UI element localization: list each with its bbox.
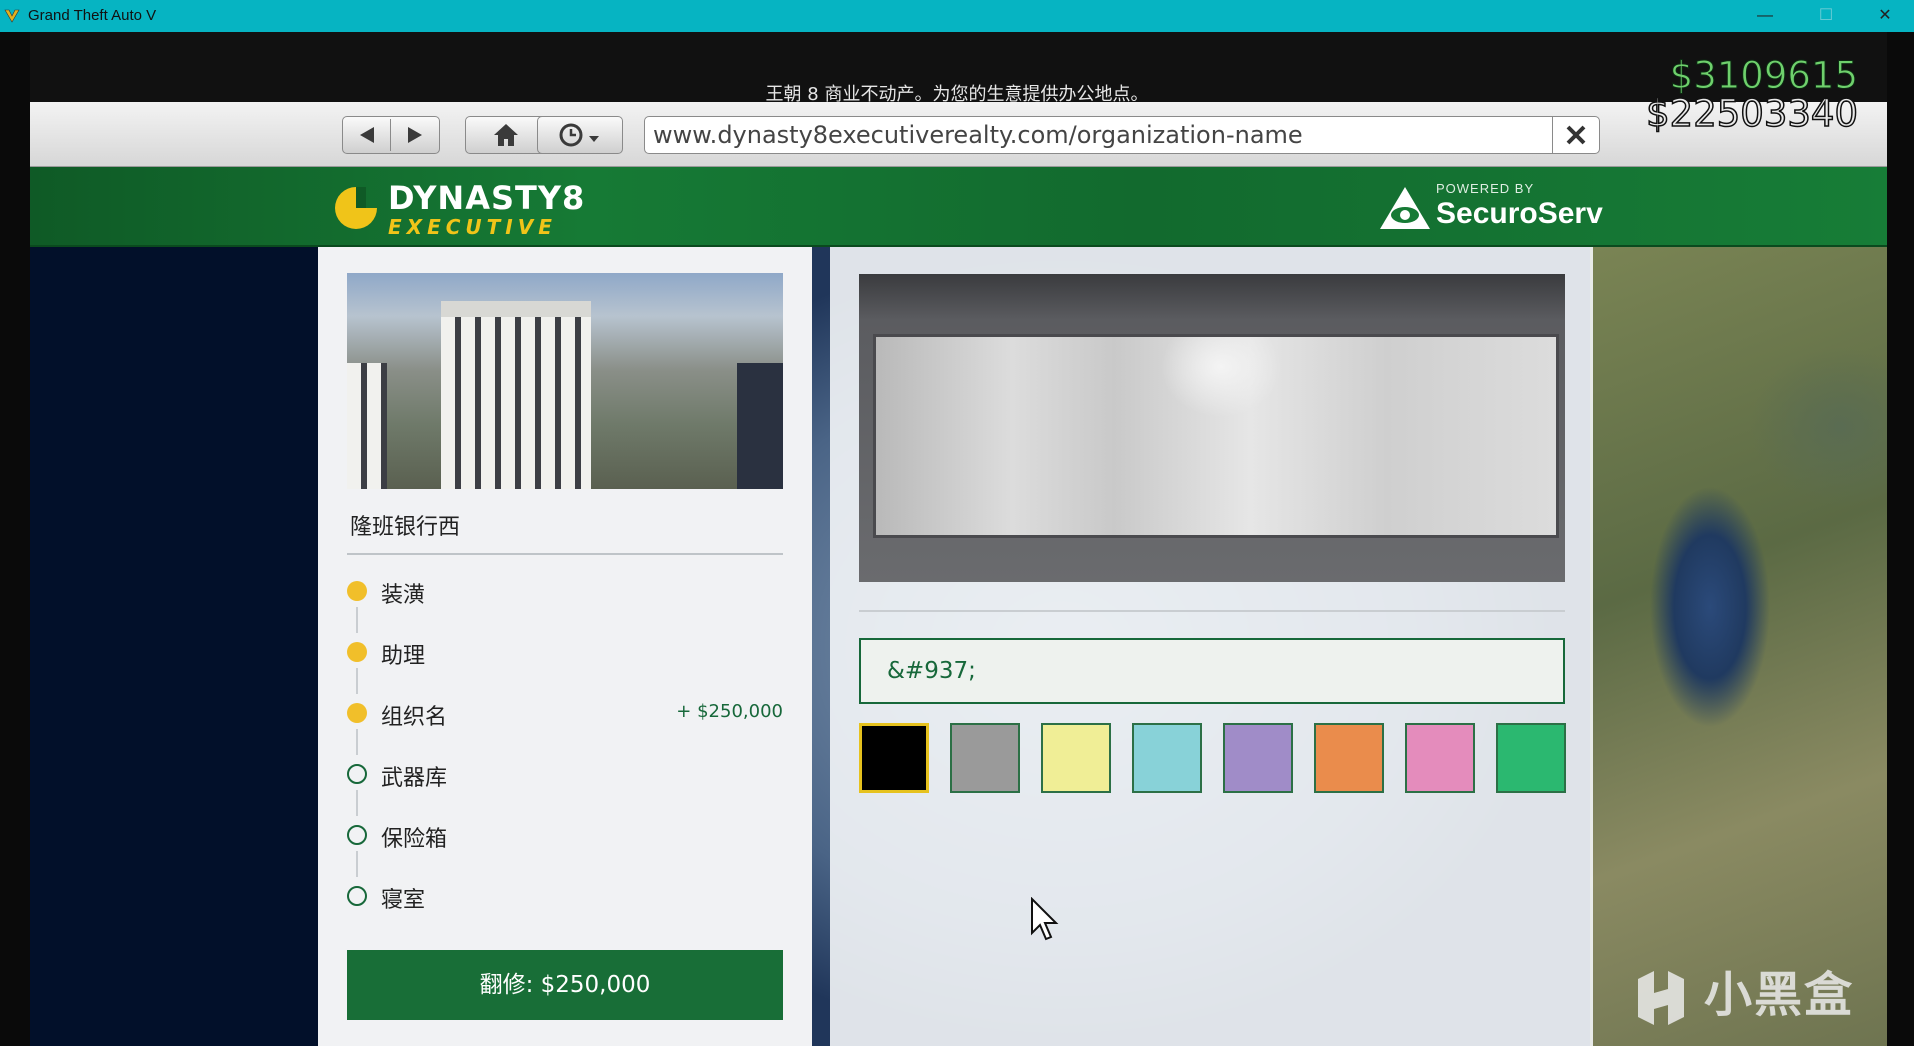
divider	[859, 610, 1565, 612]
color-swatch-purple[interactable]	[1223, 723, 1293, 793]
back-forward-group	[342, 116, 440, 154]
brand-subtitle: EXECUTIVE	[388, 215, 557, 239]
step-label: 助理	[381, 644, 426, 669]
securoserv-eye-icon	[1380, 187, 1430, 229]
hud-cash: $3109615	[1669, 54, 1858, 98]
maximize-button[interactable]: ☐	[1797, 0, 1855, 32]
watermark-text: 小黑盒	[1704, 967, 1855, 1023]
step-connector	[356, 668, 358, 694]
color-swatch-black[interactable]	[859, 723, 929, 793]
color-swatch-orange[interactable]	[1314, 723, 1384, 793]
step-complete-dot	[347, 581, 367, 601]
step-label: 保险箱	[381, 827, 448, 852]
site-watermark: 小黑盒	[1628, 955, 1854, 1031]
step-org-name[interactable]: 组织名 + $250,000	[347, 693, 783, 733]
url-text: www.dynasty8executiverealty.com/organiza…	[653, 121, 1303, 149]
back-arrow-icon	[359, 127, 374, 143]
clear-url-button[interactable]	[1552, 117, 1599, 153]
property-photo	[347, 273, 783, 489]
step-label: 装潢	[381, 583, 426, 608]
history-clock-icon	[559, 123, 599, 147]
map-backdrop	[1590, 247, 1887, 1046]
color-swatch-pink[interactable]	[1405, 723, 1475, 793]
step-pending-dot	[347, 825, 367, 845]
building-shape	[737, 363, 783, 489]
name-sign-preview	[859, 274, 1565, 582]
browser-toolbar: www.dynasty8executiverealty.com/organiza…	[30, 102, 1887, 167]
step-label: 寝室	[381, 888, 426, 913]
step-pending-dot	[347, 764, 367, 784]
window-titlebar: Grand Theft Auto V — ☐ ✕	[0, 0, 1914, 32]
address-bar[interactable]: www.dynasty8executiverealty.com/organiza…	[644, 116, 1600, 154]
forward-arrow-icon	[407, 127, 422, 143]
building-shape	[441, 313, 591, 489]
step-label: 武器库	[381, 766, 448, 791]
minimize-button[interactable]: —	[1736, 0, 1794, 32]
step-connector	[356, 607, 358, 633]
securoserv-name: SecuroServ	[1436, 197, 1603, 230]
powered-by-label: POWERED BY	[1436, 181, 1535, 196]
sign-panel	[873, 334, 1559, 538]
close-window-button[interactable]: ✕	[1856, 0, 1914, 32]
step-connector	[356, 729, 358, 755]
building-shape	[347, 363, 387, 489]
hud-bank: $22503340	[1645, 91, 1858, 136]
back-button[interactable]	[343, 117, 390, 153]
history-button[interactable]	[537, 116, 623, 154]
step-complete-dot	[347, 703, 367, 723]
home-button[interactable]	[465, 116, 547, 154]
color-swatch-yellow[interactable]	[1041, 723, 1111, 793]
step-connector	[356, 851, 358, 877]
org-name-input[interactable]: &#937;	[859, 638, 1565, 704]
org-name-panel: &#937;	[830, 247, 1593, 1046]
forward-button[interactable]	[391, 117, 438, 153]
renovate-button[interactable]: 翻修: $250,000	[347, 950, 783, 1020]
color-swatch-green[interactable]	[1496, 723, 1566, 793]
step-label: 组织名	[381, 705, 448, 730]
xiaoheihe-logo-icon	[1638, 971, 1684, 1025]
gta-app-icon	[4, 9, 20, 23]
step-price: + $250,000	[676, 701, 783, 722]
property-panel: 隆班银行西 装潢 助理 组织名 + $250,000 武器库 保险箱 寝室 翻修…	[318, 247, 812, 1046]
color-swatch-cyan[interactable]	[1132, 723, 1202, 793]
divider	[347, 553, 783, 555]
securoserv-logo: POWERED BY SecuroServ	[1378, 179, 1618, 235]
step-assistant[interactable]: 助理	[347, 632, 783, 672]
dynasty8-emblem-icon	[335, 187, 377, 229]
step-decor[interactable]: 装潢	[347, 571, 783, 611]
step-gunlocker[interactable]: 武器库	[347, 754, 783, 794]
step-complete-dot	[347, 642, 367, 662]
step-bedroom[interactable]: 寝室	[347, 876, 783, 916]
mouse-cursor-icon	[1031, 897, 1059, 941]
brand-name: DYNASTY8	[388, 179, 586, 217]
step-safe[interactable]: 保险箱	[347, 815, 783, 855]
step-pending-dot	[347, 886, 367, 906]
property-name: 隆班银行西	[350, 515, 461, 540]
clear-x-icon	[1566, 125, 1586, 145]
window-title: Grand Theft Auto V	[28, 7, 157, 24]
site-header: DYNASTY8 EXECUTIVE POWERED BY SecuroServ	[30, 167, 1887, 248]
step-connector	[356, 790, 358, 816]
color-swatch-gray[interactable]	[950, 723, 1020, 793]
rooftop	[441, 301, 591, 317]
home-icon	[494, 124, 518, 146]
